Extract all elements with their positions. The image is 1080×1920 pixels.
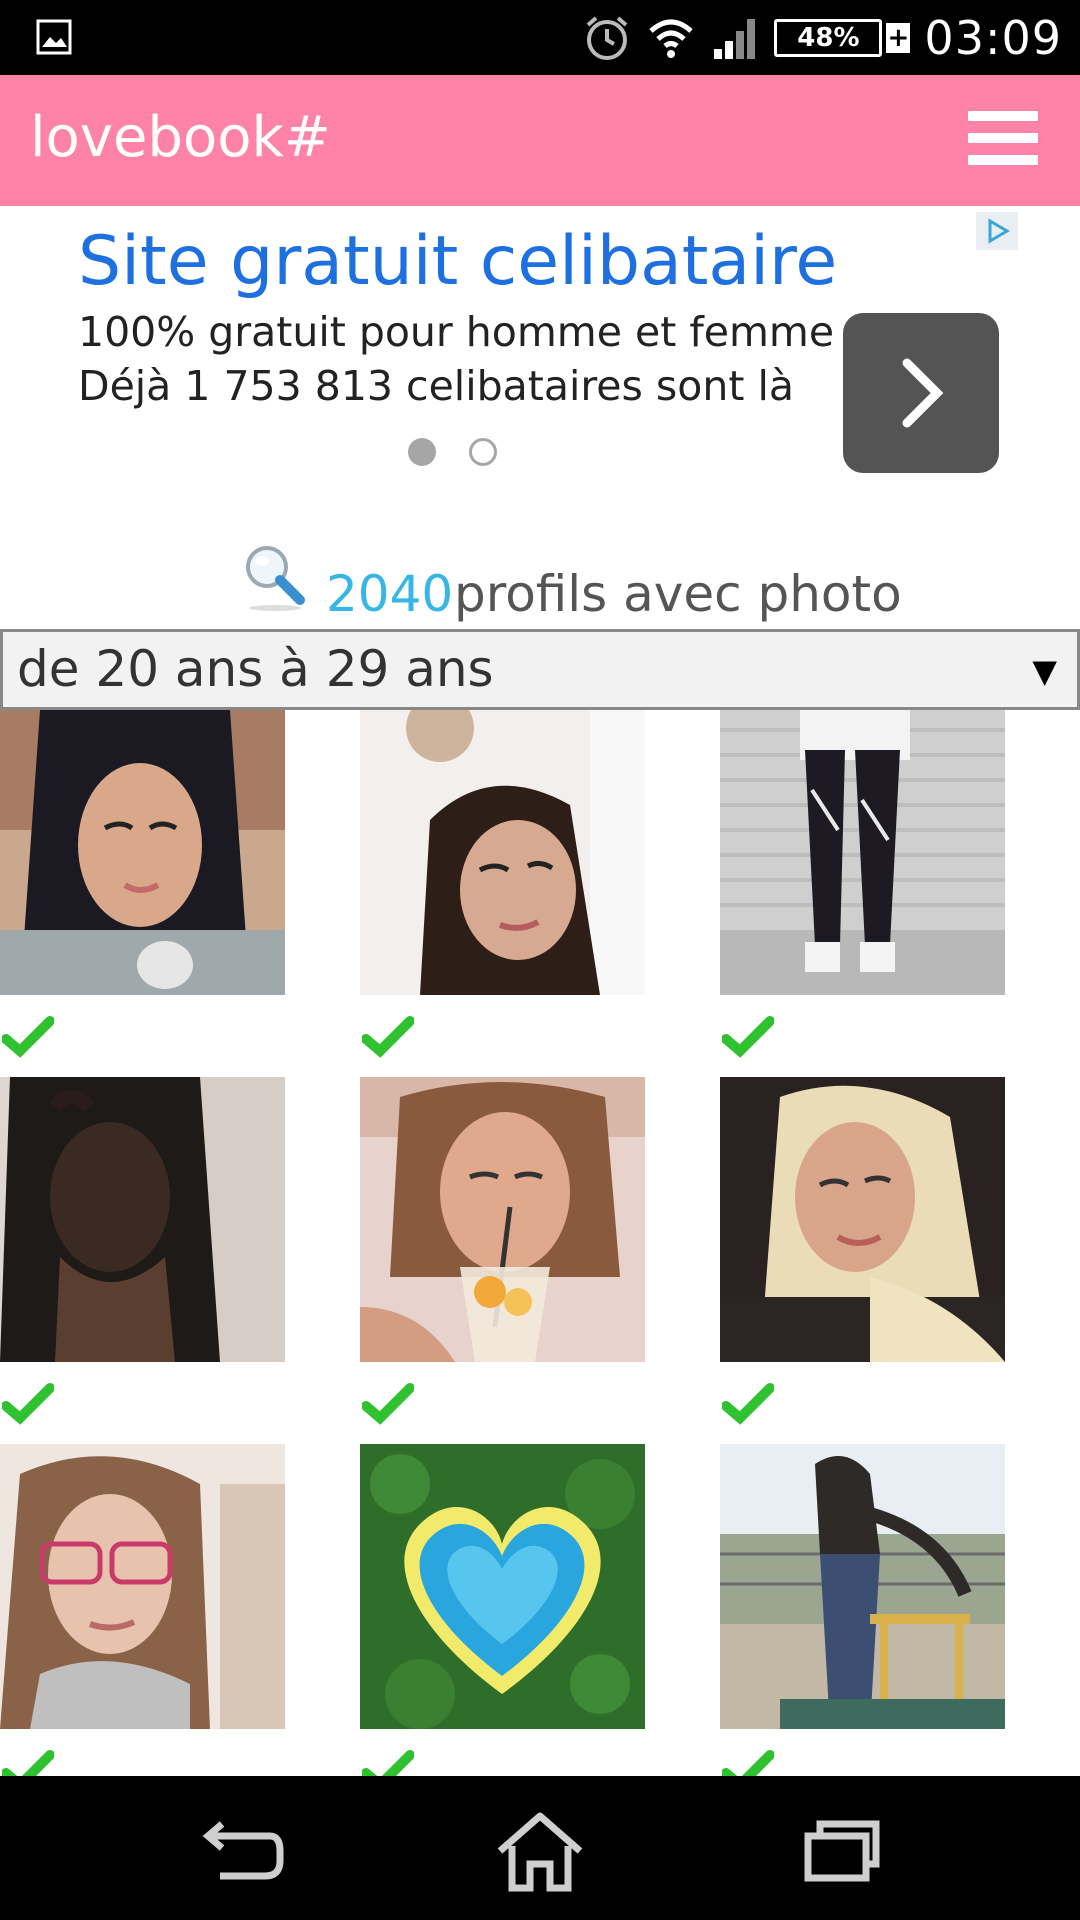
signal-icon [714, 19, 756, 59]
verified-check-icon [362, 1750, 414, 1776]
status-bar: 48% + 03:09 [0, 0, 1080, 75]
profile-photo[interactable] [720, 1444, 1005, 1729]
profile-count-label: profils avec photo [454, 565, 902, 623]
battery-indicator: 48% + [774, 19, 911, 57]
verified-check-icon [722, 1016, 774, 1058]
verified-check-icon [722, 1383, 774, 1425]
adchoices-icon[interactable] [976, 212, 1018, 250]
hamburger-menu-icon[interactable] [968, 111, 1038, 165]
ad-pager-dot-1[interactable] [408, 438, 436, 466]
home-icon[interactable] [480, 1806, 600, 1896]
verified-check-icon [722, 1750, 774, 1776]
app-bar: lovebook# [0, 75, 1080, 206]
gallery-icon [36, 19, 72, 55]
alarm-icon [587, 16, 628, 60]
battery-icon: 48% [774, 19, 883, 57]
verified-check-icon [362, 1383, 414, 1425]
verified-check-icon [362, 1016, 414, 1058]
magnifier-icon [246, 546, 305, 611]
ad-description-line2: Déjà 1 753 813 celibataires sont là [78, 362, 794, 410]
profile-photo[interactable] [360, 1077, 645, 1362]
profile-photo[interactable] [360, 710, 645, 995]
wifi-icon [649, 19, 694, 58]
battery-level: 48% [797, 23, 860, 53]
profile-photo[interactable] [720, 710, 1005, 995]
profile-photo[interactable] [0, 710, 285, 995]
charging-plus: + [886, 23, 911, 53]
app-title: lovebook# [30, 105, 331, 170]
profile-photo[interactable] [0, 1444, 285, 1729]
ad-pager-dot-2[interactable] [469, 438, 497, 466]
age-range-value: de 20 ans à 29 ans [17, 640, 494, 698]
profile-photo[interactable] [0, 1077, 285, 1362]
profile-grid [0, 710, 1080, 1776]
verified-check-icon [2, 1383, 54, 1425]
back-icon[interactable] [180, 1806, 300, 1896]
verified-check-icon [2, 1750, 54, 1776]
ad-description-line1: 100% gratuit pour homme et femme [78, 308, 835, 356]
recents-icon[interactable] [780, 1806, 900, 1896]
age-range-select[interactable]: de 20 ans à 29 ans ▼ [0, 629, 1080, 710]
ad-open-button[interactable] [843, 313, 999, 473]
profile-count: 2040 [326, 565, 454, 623]
verified-check-icon [2, 1016, 54, 1058]
chevron-right-icon [902, 358, 944, 428]
dropdown-arrow-icon: ▼ [1032, 652, 1057, 690]
ad-title[interactable]: Site gratuit celibataire [78, 222, 837, 301]
clock: 03:09 [924, 11, 1062, 65]
profile-photo[interactable] [720, 1077, 1005, 1362]
profile-photo[interactable] [360, 1444, 645, 1729]
navigation-bar [0, 1776, 1080, 1920]
